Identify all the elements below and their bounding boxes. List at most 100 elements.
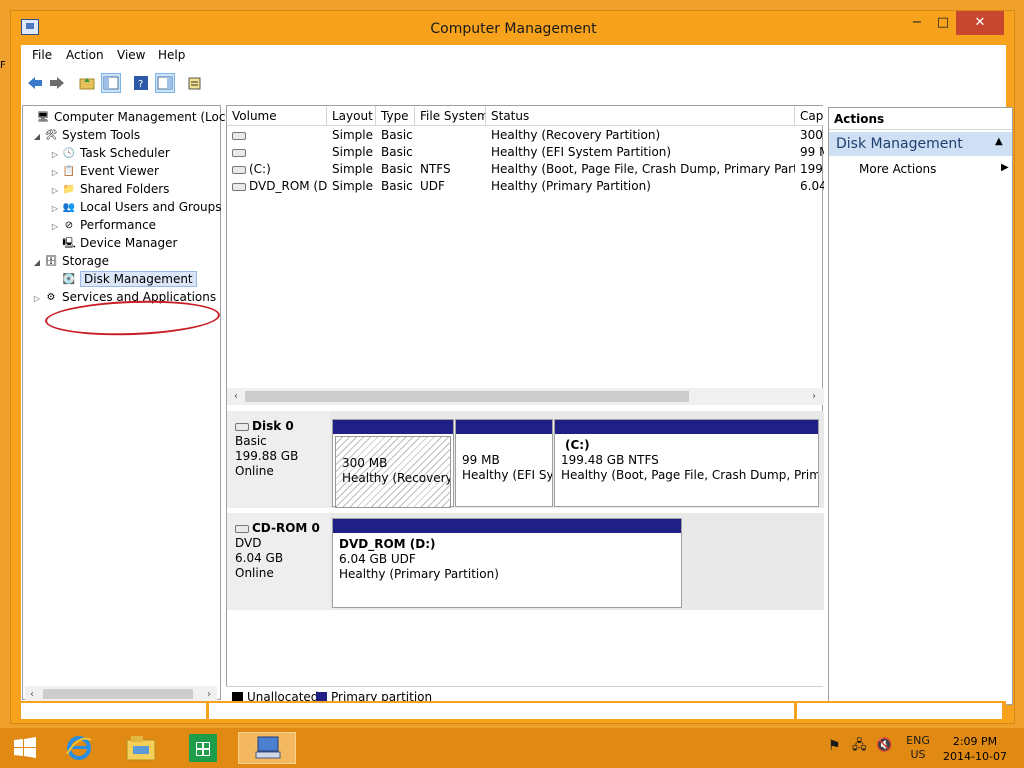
table-row[interactable]: Simple Basic Healthy (Recovery Partition…	[227, 127, 824, 144]
menu-help[interactable]: Help	[158, 48, 185, 62]
minimize-button[interactable]: −	[904, 11, 930, 35]
tree-item-device-manager[interactable]: 🖳 Device Manager	[23, 234, 220, 252]
column-header-file-system[interactable]: File System	[415, 106, 486, 126]
layout-cell: Simple	[332, 162, 373, 176]
properties-icon[interactable]	[185, 73, 205, 93]
column-header-capacity[interactable]: Cap	[795, 106, 824, 126]
disk-name: CD-ROM 0	[252, 521, 320, 535]
table-row[interactable]: DVD_ROM (D:) Simple Basic UDF Healthy (P…	[227, 178, 824, 195]
tree-item-storage[interactable]: ◢ 🗄 Storage	[23, 252, 220, 270]
tree-item-system-tools[interactable]: ◢ 🛠 System Tools	[23, 126, 220, 144]
scroll-left-icon[interactable]: ‹	[229, 388, 243, 405]
column-header-status[interactable]: Status	[486, 106, 795, 126]
start-button[interactable]	[4, 732, 46, 764]
tree-item-event-viewer[interactable]: ▷ 📋 Event Viewer	[23, 162, 220, 180]
actions-disk-management[interactable]: Disk Management ▲	[829, 132, 1012, 156]
status-section-1	[21, 703, 206, 719]
internet-explorer-button[interactable]	[58, 732, 100, 764]
partition-title	[342, 441, 444, 456]
actions-section-label: Disk Management	[836, 136, 963, 152]
toolbar: ?	[21, 67, 1006, 103]
partition-title	[462, 438, 546, 453]
table-row[interactable]: (C:) Simple Basic NTFS Healthy (Boot, Pa…	[227, 161, 824, 178]
disk-type: Basic	[235, 434, 267, 448]
fs-cell	[415, 127, 486, 144]
column-header-type[interactable]: Type	[376, 106, 415, 126]
partition-content: (C:) 199.48 GB NTFS Healthy (Boot, Page …	[555, 434, 818, 487]
actions-pane: Actions Disk Management ▲ More Actions ▶	[828, 107, 1013, 705]
scroll-right-icon[interactable]: ›	[807, 388, 821, 405]
file-explorer-button[interactable]	[120, 732, 162, 764]
storage-icon: 🗄	[44, 255, 58, 267]
partition-status: Healthy (Primary Partition)	[339, 567, 499, 581]
back-arrow-icon[interactable]	[25, 73, 45, 93]
expanded-arrow-icon[interactable]: ◢	[31, 128, 43, 146]
storage-label: Storage	[62, 254, 109, 268]
store-icon	[189, 734, 217, 762]
up-folder-icon[interactable]	[77, 73, 97, 93]
volume-cell	[227, 144, 327, 161]
system-clock[interactable]: 2:09 PM 2014-10-07	[930, 734, 1020, 764]
table-row[interactable]: Simple Basic Healthy (EFI System Partiti…	[227, 144, 824, 161]
tree-item-shared-folders[interactable]: ▷ 📁 Shared Folders	[23, 180, 220, 198]
capacity-cell: 99 M	[800, 145, 824, 159]
tools-icon: 🛠	[44, 129, 58, 141]
windows-logo-icon	[14, 737, 36, 758]
help-icon[interactable]: ?	[131, 73, 151, 93]
tree-item-computer-management[interactable]: 🖥 Computer Management (Local	[23, 108, 236, 126]
tree-item-performance[interactable]: ▷ ⊘ Performance	[23, 216, 220, 234]
computer-management-taskbar-button[interactable]	[238, 732, 296, 764]
collapsed-arrow-icon[interactable]: ▷	[31, 290, 43, 308]
network-icon[interactable]: 🖧	[852, 739, 867, 753]
volume-list-horizontal-scrollbar[interactable]: ‹ ›	[227, 388, 824, 405]
status-section-3	[797, 703, 1002, 719]
partition-efi[interactable]: 99 MB Healthy (EFI Sys	[455, 419, 553, 507]
disk-0-info[interactable]: Disk 0 Basic 199.88 GB Online	[227, 411, 330, 508]
tree-horizontal-scrollbar[interactable]: ‹ ›	[25, 686, 217, 702]
collapse-up-icon[interactable]: ▲	[995, 136, 1003, 147]
desktop-edge: F	[0, 60, 6, 71]
disk-size: 199.88 GB	[235, 449, 299, 463]
cdrom-0-info[interactable]: CD-ROM 0 DVD 6.04 GB Online	[227, 513, 330, 610]
store-button[interactable]	[182, 732, 224, 764]
tree-item-disk-management[interactable]: 💽 Disk Management	[23, 270, 220, 288]
menu-action[interactable]: Action	[66, 48, 104, 62]
disk-management-label: Disk Management	[80, 271, 197, 287]
partition-recovery[interactable]: 300 MB Healthy (Recovery P	[332, 419, 454, 508]
type-cell: Basic	[381, 145, 413, 159]
tree-item-local-users-groups[interactable]: ▷ 👥 Local Users and Groups	[23, 198, 222, 216]
scrollbar-thumb[interactable]	[43, 689, 193, 699]
clock-date: 2014-10-07	[943, 750, 1007, 763]
scrollbar-thumb[interactable]	[245, 391, 689, 402]
computer-management-icon	[255, 736, 281, 759]
close-button[interactable]: ✕	[956, 11, 1004, 35]
partition-content: 99 MB Healthy (EFI Sys	[456, 434, 552, 487]
volume-cell	[227, 127, 327, 144]
action-center-flag-icon[interactable]: ⚑	[828, 739, 841, 753]
status-cell: Healthy (EFI System Partition)	[491, 145, 672, 159]
menu-file[interactable]: File	[32, 48, 52, 62]
shared-folder-icon: 📁	[62, 183, 76, 195]
menu-view[interactable]: View	[117, 48, 145, 62]
partition-bar	[555, 420, 818, 434]
expanded-arrow-icon[interactable]: ◢	[31, 254, 43, 272]
submenu-arrow-icon[interactable]: ▶	[1001, 162, 1009, 173]
drive-icon	[232, 148, 246, 157]
drive-icon	[232, 131, 246, 140]
partition-c[interactable]: (C:) 199.48 GB NTFS Healthy (Boot, Page …	[554, 419, 819, 507]
more-actions-item[interactable]: More Actions	[859, 162, 936, 176]
disk-size: 6.04 GB	[235, 551, 284, 565]
maximize-button[interactable]: □	[930, 11, 956, 35]
type-cell: Basic	[381, 128, 413, 142]
show-hide-action-pane-icon[interactable]	[155, 73, 175, 93]
title-bar[interactable]: Computer Management − □ ✕	[11, 11, 1016, 45]
column-header-layout[interactable]: Layout	[327, 106, 376, 126]
partition-dvd-rom[interactable]: DVD_ROM (D:) 6.04 GB UDF Healthy (Primar…	[332, 518, 682, 608]
forward-arrow-icon[interactable]	[47, 73, 67, 93]
show-hide-tree-icon[interactable]	[101, 73, 121, 93]
device-manager-icon: 🖳	[62, 237, 76, 249]
column-header-volume[interactable]: Volume	[227, 106, 327, 126]
volume-muted-icon[interactable]: 🔇	[876, 739, 892, 753]
partition-title: (C:)	[565, 438, 590, 452]
tree-item-task-scheduler[interactable]: ▷ 🕓 Task Scheduler	[23, 144, 220, 162]
